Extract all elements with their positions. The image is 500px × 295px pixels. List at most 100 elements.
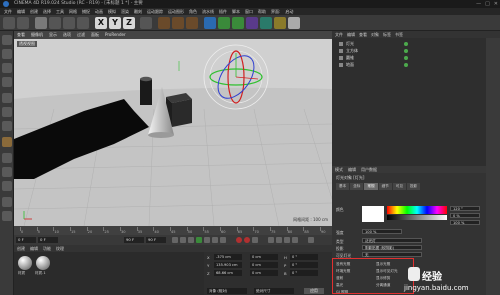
parameter-key-icon[interactable] xyxy=(292,237,298,243)
position-x-field[interactable]: -375 cm xyxy=(214,254,242,260)
x-axis-toggle[interactable]: X xyxy=(95,17,107,29)
size-mode-select[interactable]: 绝对尺寸 xyxy=(254,288,294,294)
make-editable-icon[interactable] xyxy=(2,35,12,45)
object-manager-menu-item[interactable]: 标签 xyxy=(383,31,391,38)
preview-end-field[interactable]: 90 F xyxy=(146,237,166,243)
keyframe-selection-icon[interactable] xyxy=(252,237,258,243)
position-y-field[interactable]: 135.903 cm xyxy=(214,262,242,268)
attribute-tab[interactable]: 坐标 xyxy=(350,183,364,190)
next-key-icon[interactable] xyxy=(212,237,218,243)
redo-icon[interactable] xyxy=(17,17,29,29)
viewport-menu-item[interactable]: 选项 xyxy=(63,31,71,39)
viewport-menu-item[interactable]: 查看 xyxy=(17,31,25,39)
edges-mode-icon[interactable] xyxy=(2,107,12,117)
object-manager-menu-item[interactable]: 查看 xyxy=(359,31,367,38)
polygons-mode-icon[interactable] xyxy=(2,121,12,131)
viewport-menu-item[interactable]: ProRender xyxy=(105,31,126,39)
menu-item[interactable]: 雕刻 xyxy=(134,8,142,15)
rotation-h-field[interactable]: 0 ° xyxy=(290,254,318,260)
prev-frame-icon[interactable] xyxy=(188,237,194,243)
visible-light-select[interactable]: 无 xyxy=(362,252,422,257)
menu-item[interactable]: 选择 xyxy=(43,8,51,15)
coordinate-system-icon[interactable] xyxy=(140,17,152,29)
visibility-dot-icon[interactable] xyxy=(404,42,408,46)
menu-item[interactable]: 窗口 xyxy=(245,8,253,15)
planar-workplane-icon[interactable] xyxy=(2,211,12,221)
menu-item[interactable]: 捕捉 xyxy=(82,8,90,15)
object-manager-menu-item[interactable]: 对象 xyxy=(371,31,379,38)
tweak-mode-icon[interactable] xyxy=(2,153,12,163)
axis-mode-icon[interactable] xyxy=(2,137,12,147)
material-menu-item[interactable]: 纹理 xyxy=(56,245,64,252)
material-preview[interactable] xyxy=(18,256,32,270)
current-frame-field[interactable]: 0 F xyxy=(38,237,58,243)
menu-item[interactable]: 运动跟踪 xyxy=(147,8,163,15)
render-view-icon[interactable] xyxy=(158,17,170,29)
material-menu-item[interactable]: 功能 xyxy=(43,245,51,252)
color-swatch[interactable] xyxy=(362,206,384,222)
position-key-icon[interactable] xyxy=(268,237,274,243)
menu-item[interactable]: 动画 xyxy=(95,8,103,15)
start-frame-field[interactable]: 0 F xyxy=(16,237,36,243)
undo-icon[interactable] xyxy=(3,17,15,29)
workplane-icon[interactable] xyxy=(2,77,12,87)
prev-key-icon[interactable] xyxy=(180,237,186,243)
coordinate-mode-select[interactable]: 对象 (相对) xyxy=(207,288,247,294)
camera-icon[interactable] xyxy=(274,17,286,29)
maximize-button[interactable]: □ xyxy=(485,0,490,8)
rotation-key-icon[interactable] xyxy=(284,237,290,243)
menu-item[interactable]: 创建 xyxy=(30,8,38,15)
attribute-tab[interactable]: 常规 xyxy=(364,183,378,190)
brightness-bar[interactable] xyxy=(387,215,447,220)
object-row[interactable]: 立方体 xyxy=(339,48,486,54)
menu-item[interactable]: 网格 xyxy=(69,8,77,15)
close-button[interactable]: ✕ xyxy=(494,0,498,8)
material-preview[interactable] xyxy=(36,256,50,270)
live-selection-icon[interactable] xyxy=(35,17,47,29)
visibility-dot-icon[interactable] xyxy=(404,56,408,60)
position-z-field[interactable]: 68.66 cm xyxy=(214,270,242,276)
timeline-ruler[interactable]: 0 5 10 15 20 25 30 35 40 45 50 55 60 65 70 75 80 85 90 xyxy=(14,226,332,235)
points-mode-icon[interactable] xyxy=(2,93,12,103)
deformer-icon[interactable] xyxy=(246,17,258,29)
material-menu-item[interactable]: 编辑 xyxy=(30,245,38,252)
shadow-select[interactable]: 阴影贴图 (软阴影) xyxy=(362,245,422,250)
cube-primitive-icon[interactable] xyxy=(204,17,216,29)
menu-item[interactable]: 界面: xyxy=(271,8,280,15)
viewport-menu-item[interactable]: 显示 xyxy=(49,31,57,39)
menu-item[interactable]: 工具 xyxy=(56,8,64,15)
object-row[interactable]: 灯光 xyxy=(339,41,486,47)
attribute-menu-item[interactable]: 编辑 xyxy=(348,166,356,173)
attribute-menu-item[interactable]: 用户数据 xyxy=(361,166,377,173)
menu-item[interactable]: 渲染 xyxy=(121,8,129,15)
object-row[interactable]: 地面 xyxy=(339,62,486,68)
object-manager-menu-item[interactable]: 文件 xyxy=(335,31,343,38)
menu-item[interactable]: 角色 xyxy=(189,8,197,15)
array-icon[interactable] xyxy=(232,17,244,29)
value-field[interactable]: 100 % xyxy=(450,220,480,225)
menu-item[interactable]: 脚本 xyxy=(232,8,240,15)
goto-end-icon[interactable] xyxy=(220,237,226,243)
rotate-icon[interactable] xyxy=(77,17,89,29)
menu-item[interactable]: 运动图形 xyxy=(168,8,184,15)
hue-field[interactable]: 120 ° xyxy=(450,206,480,211)
subdivision-icon[interactable] xyxy=(218,17,230,29)
next-frame-icon[interactable] xyxy=(204,237,210,243)
viewport-menu-item[interactable]: 摄像机 xyxy=(31,31,43,39)
size-y-field[interactable]: 0 cm xyxy=(250,262,278,268)
scene-icon[interactable] xyxy=(260,17,272,29)
model-mode-icon[interactable] xyxy=(2,49,12,59)
visibility-dot-icon[interactable] xyxy=(404,49,408,53)
viewport[interactable]: 透视视图 网格间距 : 100 cm xyxy=(14,39,332,226)
intensity-field[interactable]: 100 % xyxy=(362,229,402,234)
render-settings-icon[interactable] xyxy=(186,17,198,29)
attribute-tab[interactable]: 可见 xyxy=(392,183,406,190)
lock-workplane-icon[interactable] xyxy=(2,197,12,207)
apply-button[interactable]: 应用 xyxy=(304,288,324,294)
saturation-field[interactable]: 0 % xyxy=(450,213,480,218)
solo-icon[interactable] xyxy=(2,167,12,177)
autokey-icon[interactable] xyxy=(244,237,250,243)
texture-mode-icon[interactable] xyxy=(2,63,12,73)
size-x-field[interactable]: 0 cm xyxy=(250,254,278,260)
rotation-b-field[interactable]: 0 ° xyxy=(290,270,318,276)
